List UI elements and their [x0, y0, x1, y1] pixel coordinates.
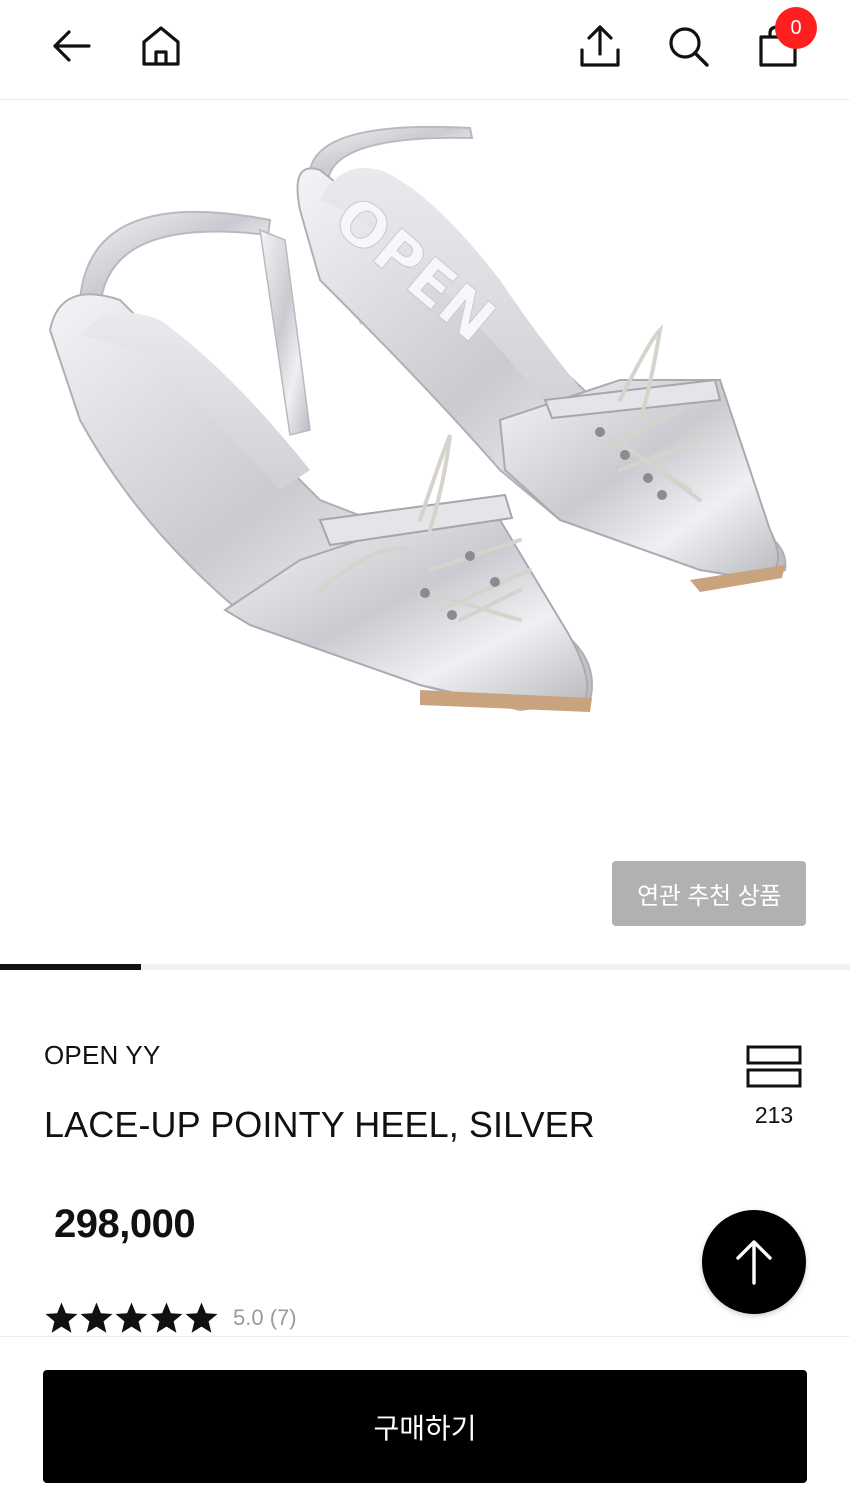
share-button[interactable] [576, 22, 624, 70]
back-arrow-icon [53, 30, 91, 62]
product-rating[interactable]: 5.0 (7) [44, 1300, 297, 1336]
like-button[interactable]: 213 [744, 1044, 804, 1129]
related-products-button[interactable]: 연관 추천 상품 [612, 861, 806, 926]
rating-score-text: 5.0 (7) [233, 1305, 297, 1330]
rating-stars [44, 1301, 219, 1336]
star-icon [80, 1302, 113, 1333]
search-button[interactable] [664, 22, 712, 70]
product-title: LACE-UP POINTY HEEL, SILVER [44, 1104, 595, 1145]
stack-icon [746, 1045, 802, 1088]
product-price: 298,000 [54, 1202, 196, 1246]
star-icon [150, 1302, 183, 1333]
share-icon [580, 25, 620, 67]
bottom-purchase-bar: 구매하기 [0, 1336, 850, 1500]
home-button[interactable] [137, 22, 185, 70]
search-icon [669, 27, 709, 67]
like-count: 213 [754, 1102, 794, 1128]
product-photo: OPEN [48, 125, 787, 712]
cart-button[interactable]: 0 [754, 7, 817, 70]
scroll-to-top-button[interactable] [702, 1210, 806, 1314]
top-navigation-bar: 0 [0, 0, 850, 100]
cart-count-badge: 0 [775, 7, 817, 49]
star-icon [185, 1302, 218, 1333]
star-icon [115, 1302, 148, 1333]
gallery-progress-fill [0, 964, 142, 970]
home-icon [142, 26, 180, 66]
back-button[interactable] [47, 22, 95, 70]
star-icon [45, 1302, 78, 1333]
buy-button[interactable]: 구매하기 [43, 1370, 807, 1483]
product-image-gallery[interactable]: OPEN 연관 추천 상품 [0, 100, 850, 964]
gallery-progress-bar [0, 964, 850, 970]
arrow-up-icon [736, 1240, 772, 1285]
brand-name[interactable]: OPEN YY [44, 1040, 161, 1071]
